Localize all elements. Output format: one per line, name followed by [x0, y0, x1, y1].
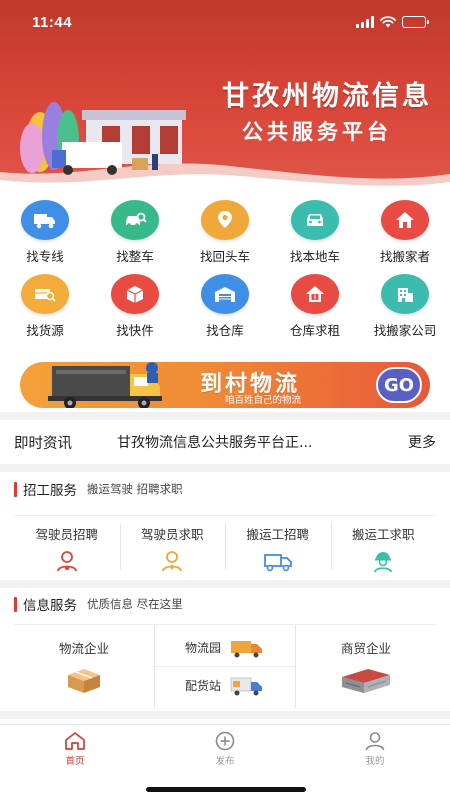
section-accent-bar	[14, 481, 17, 497]
info-label: 物流企业	[58, 641, 109, 656]
news-headline[interactable]: 甘孜物流信息公共服务平台正...	[117, 432, 400, 452]
status-icons	[356, 16, 429, 28]
hero-title: 甘孜州物流信息	[222, 81, 432, 112]
quick-label: 找货源	[26, 323, 64, 338]
divider	[0, 711, 450, 719]
info-item-logistics-company[interactable]: 物流企业	[14, 625, 154, 708]
worker-helmet-icon	[374, 552, 393, 573]
recruit-item-mover-job[interactable]: 搬运工求职	[330, 516, 437, 577]
tab-home[interactable]: 首页	[0, 725, 150, 770]
status-time: 11:44	[32, 13, 73, 31]
quick-item-find-mover[interactable]: 找搬家者	[360, 198, 450, 272]
quick-label: 仓库求租	[289, 323, 340, 338]
rent-house-icon	[291, 274, 339, 314]
truck-icon	[21, 200, 69, 240]
car-front-icon	[291, 200, 339, 240]
cargo-truck-icon	[230, 677, 262, 695]
banner-subtitle: 咱百姓自己的物流	[225, 395, 302, 406]
news-more-link[interactable]: 更多	[408, 432, 436, 452]
quick-item-warehouse-rent[interactable]: 仓库求租	[270, 272, 360, 346]
tab-label: 发布	[215, 756, 235, 767]
car-search-icon	[111, 200, 159, 240]
info-label: 商贸企业	[340, 641, 391, 656]
news-ticker: 即时资讯 甘孜物流信息公共服务平台正... 更多	[0, 422, 450, 462]
divider	[0, 464, 450, 472]
section-subtitle: 优质信息 尽在这里	[87, 597, 183, 611]
user-icon	[365, 732, 385, 751]
tab-publish[interactable]: 发布	[150, 725, 300, 770]
warehouse-building-icon	[342, 669, 390, 693]
tab-label: 我的	[365, 756, 385, 767]
quick-label: 找搬家者	[379, 249, 430, 264]
section-accent-bar	[14, 596, 17, 612]
divider	[0, 580, 450, 588]
recruit-grid: 驾驶员招聘 驾驶员求职 搬运工招聘 搬运工求职	[14, 515, 436, 577]
delivery-truck-icon	[48, 362, 162, 408]
driver-job-icon	[162, 551, 183, 572]
info-section-header: 信息服务 优质信息 尽在这里	[14, 594, 436, 614]
info-item-distribution-station[interactable]: 配货站	[155, 666, 295, 704]
section-title: 招工服务	[23, 483, 77, 499]
home-icon	[65, 732, 85, 750]
logistics-illustration	[12, 82, 192, 186]
section-title: 信息服务	[23, 598, 77, 614]
tab-label: 首页	[65, 756, 85, 767]
quick-label: 找本地车	[289, 249, 340, 264]
info-label: 配货站	[184, 679, 221, 693]
divider	[0, 412, 450, 420]
building-icon	[381, 274, 429, 314]
warehouse-icon	[201, 274, 249, 314]
quick-label: 找回头车	[199, 249, 250, 264]
quick-item-moving-company[interactable]: 找搬家公司	[360, 272, 450, 346]
quick-label: 找搬家公司	[373, 323, 437, 338]
battery-icon	[402, 16, 429, 28]
banner-go-button[interactable]: GO	[376, 367, 422, 403]
driver-hire-icon	[56, 551, 77, 572]
recruit-section-header: 招工服务 搬运驾驶 招聘求职	[14, 479, 436, 499]
mover-truck-icon	[263, 554, 292, 572]
quick-service-grid: 找专线 找整车 找回头车 找本地车 找搬家者 找货源 找快件 找仓库 仓库求租 …	[0, 198, 450, 348]
quick-item-local-car[interactable]: 找本地车	[270, 198, 360, 272]
home-indicator	[146, 787, 306, 792]
info-middle-column: 物流园 配货站	[154, 625, 296, 708]
recruit-label: 搬运工求职	[351, 527, 415, 542]
cargo-search-icon	[21, 274, 69, 314]
delivery-van-icon	[231, 640, 262, 657]
quick-item-find-line[interactable]: 找专线	[0, 198, 90, 272]
recruit-item-driver-hire[interactable]: 驾驶员招聘	[14, 516, 120, 577]
info-item-trade-company[interactable]: 商贸企业	[296, 625, 436, 708]
cargo-boxes-icon	[68, 669, 100, 693]
hero-banner: 11:44 甘孜州物流信息 公共服务平台	[0, 0, 450, 195]
recruit-label: 驾驶员求职	[140, 527, 204, 542]
quick-item-find-warehouse[interactable]: 找仓库	[180, 272, 270, 346]
recruit-label: 驾驶员招聘	[35, 527, 98, 542]
quick-label: 找仓库	[206, 323, 244, 338]
quick-item-find-express[interactable]: 找快件	[90, 272, 180, 346]
village-logistics-banner[interactable]: 到村物流 咱百姓自己的物流 GO	[20, 362, 430, 408]
status-bar: 11:44	[0, 0, 450, 44]
recruit-label: 搬运工招聘	[246, 527, 309, 542]
quick-item-find-cargo[interactable]: 找货源	[0, 272, 90, 346]
quick-label: 找专线	[26, 249, 64, 264]
info-service-grid: 物流企业 物流园 配货站 商贸企业	[14, 624, 436, 708]
news-label: 即时资讯	[14, 435, 72, 452]
bottom-tab-bar: 首页 发布 我的	[0, 724, 450, 770]
quick-label: 找整车	[116, 249, 154, 264]
tab-profile[interactable]: 我的	[300, 725, 450, 770]
quick-label: 找快件	[116, 323, 154, 338]
house-icon	[381, 200, 429, 240]
recruit-item-driver-job[interactable]: 驾驶员求职	[119, 516, 226, 577]
quick-item-return-truck[interactable]: 找回头车	[180, 198, 270, 272]
info-item-logistics-park[interactable]: 物流园	[155, 629, 295, 666]
section-subtitle: 搬运驾驶 招聘求职	[87, 482, 183, 496]
plus-circle-icon	[215, 731, 235, 751]
package-icon	[111, 274, 159, 314]
quick-item-find-vehicle[interactable]: 找整车	[90, 198, 180, 272]
hero-subtitle: 公共服务平台	[242, 120, 392, 144]
info-label: 物流园	[184, 641, 221, 655]
wifi-icon	[380, 16, 396, 28]
signal-icon	[356, 16, 374, 28]
recruit-item-mover-hire[interactable]: 搬运工招聘	[225, 516, 331, 577]
location-pin-icon	[201, 200, 249, 240]
